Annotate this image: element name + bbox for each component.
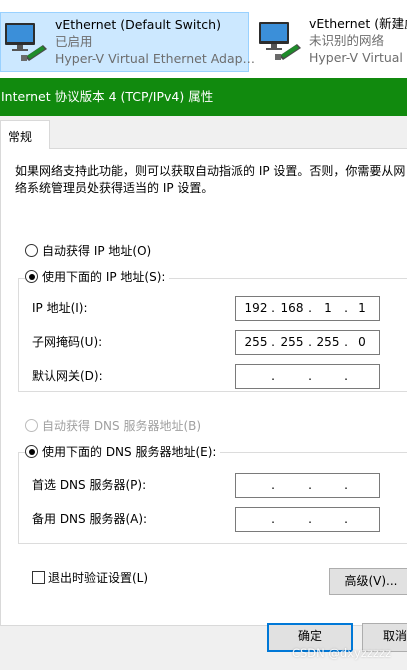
network-adapter-icon — [5, 23, 47, 61]
octet: 168 — [280, 301, 304, 315]
preferred-dns-input[interactable]: . . . — [235, 473, 380, 498]
octet: 255 — [244, 335, 268, 349]
adapter-device: Hyper-V Virtual E — [309, 50, 407, 65]
radio-button[interactable] — [25, 270, 38, 283]
radio-manual-ip[interactable]: 使用下面的 IP 地址(S): — [25, 268, 170, 286]
ipv4-properties-dialog: 常规 如果网络支持此功能，则可以获取自动指派的 IP 设置。否则，你需要从网 络… — [0, 116, 407, 670]
octet: 1 — [324, 301, 332, 315]
adapter-status: 已启用 — [55, 34, 93, 49]
alternate-dns-input[interactable]: . . . — [235, 507, 380, 532]
dialog-title: Internet 协议版本 4 (TCP/IPv4) 属性 — [1, 89, 214, 104]
octet-dot: . — [271, 478, 275, 492]
checkbox[interactable] — [32, 571, 45, 584]
adapter-list: vEthernet (Default Switch) 已启用 Hyper-V V… — [0, 0, 407, 78]
octet-dot: . — [271, 335, 275, 349]
octet: 192 — [244, 301, 268, 315]
radio-auto-ip[interactable]: 自动获得 IP 地址(O) — [25, 242, 151, 260]
description-text: 如果网络支持此功能，则可以获取自动指派的 IP 设置。否则，你需要从网 络系统管… — [15, 163, 407, 197]
dialog-title-bar[interactable]: Internet 协议版本 4 (TCP/IPv4) 属性 — [0, 78, 407, 116]
ip-address-label: IP 地址(I): — [32, 301, 88, 315]
default-gateway-label: 默认网关(D): — [32, 369, 103, 383]
radio-button[interactable] — [25, 244, 38, 257]
alternate-dns-label: 备用 DNS 服务器(A): — [32, 512, 148, 526]
description-line-2: 络系统管理员处获得适当的 IP 设置。 — [15, 181, 214, 195]
octet-dot: . — [308, 478, 312, 492]
checkbox-label: 退出时验证设置(L) — [48, 571, 149, 585]
octet-dot: . — [344, 512, 348, 526]
octet-dot: . — [271, 369, 275, 383]
octet: 0 — [358, 335, 366, 349]
subnet-mask-label: 子网掩码(U): — [32, 335, 103, 349]
adapter-status: 未识别的网络 — [309, 33, 385, 48]
radio-button[interactable] — [25, 445, 38, 458]
adapter-name: vEthernet (Default Switch) — [55, 17, 221, 32]
ip-address-input[interactable]: 192 . 168 . 1 . 1 — [235, 296, 380, 321]
general-panel: 如果网络支持此功能，则可以获取自动指派的 IP 设置。否则，你需要从网 络系统管… — [0, 148, 407, 626]
radio-label: 自动获得 IP 地址(O) — [42, 244, 152, 258]
octet: 1 — [358, 301, 366, 315]
adapter-device: Hyper-V Virtual Ethernet Adap… — [55, 51, 256, 66]
octet-dot: . — [308, 369, 312, 383]
description-line-1: 如果网络支持此功能，则可以获取自动指派的 IP 设置。否则，你需要从网 — [15, 164, 406, 178]
octet-dot: . — [344, 478, 348, 492]
octet-dot: . — [271, 301, 275, 315]
subnet-mask-input[interactable]: 255 . 255 . 255 . 0 — [235, 330, 380, 355]
network-adapter-icon — [259, 22, 301, 60]
adapter-item-default-switch[interactable]: vEthernet (Default Switch) 已启用 Hyper-V V… — [0, 12, 255, 72]
octet: 255 — [316, 335, 340, 349]
default-gateway-input[interactable]: . . . — [235, 364, 380, 389]
watermark: CSDN @dxyzzzzz — [291, 646, 391, 660]
octet-dot: . — [308, 512, 312, 526]
radio-button[interactable] — [25, 419, 38, 432]
radio-label: 使用下面的 IP 地址(S): — [42, 270, 166, 284]
radio-label: 自动获得 DNS 服务器地址(B) — [42, 419, 202, 433]
advanced-button[interactable]: 高级(V)... — [329, 568, 407, 595]
adapter-item-new-switch[interactable]: vEthernet (新建虚 未识别的网络 Hyper-V Virtual E — [251, 12, 407, 72]
octet-dot: . — [308, 335, 312, 349]
tab-general[interactable]: 常规 — [0, 120, 50, 149]
adapter-name: vEthernet (新建虚 — [309, 16, 407, 31]
radio-label: 使用下面的 DNS 服务器地址(E): — [42, 445, 217, 459]
radio-auto-dns[interactable]: 自动获得 DNS 服务器地址(B) — [25, 417, 201, 435]
octet: 255 — [280, 335, 304, 349]
radio-manual-dns[interactable]: 使用下面的 DNS 服务器地址(E): — [25, 443, 221, 461]
validate-on-exit-checkbox[interactable]: 退出时验证设置(L) — [32, 569, 148, 587]
octet-dot: . — [308, 301, 312, 315]
preferred-dns-label: 首选 DNS 服务器(P): — [32, 478, 147, 492]
octet-dot: . — [344, 369, 348, 383]
octet-dot: . — [271, 512, 275, 526]
